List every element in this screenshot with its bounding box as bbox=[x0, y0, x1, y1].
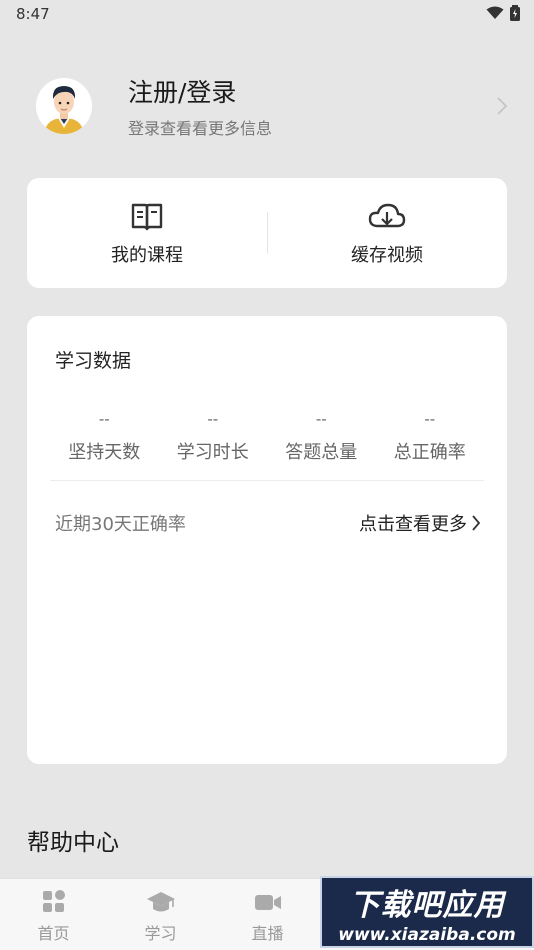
help-center-title[interactable]: 帮助中心 bbox=[27, 823, 119, 857]
login-subtitle: 登录查看看更多信息 bbox=[128, 119, 273, 138]
view-more-label: 点击查看更多 bbox=[359, 514, 467, 535]
stat-value: -- bbox=[424, 410, 436, 428]
graduation-cap-icon bbox=[146, 892, 175, 912]
stat-label: 总正确率 bbox=[393, 442, 466, 463]
quick-actions-card: 我的课程 缓存视频 bbox=[27, 178, 507, 288]
stat-value: -- bbox=[98, 410, 110, 428]
chevron-right-icon bbox=[472, 515, 481, 531]
tab-home-label: 首页 bbox=[37, 924, 70, 943]
wifi-icon bbox=[486, 6, 504, 19]
stat-questions: -- 答题总量 bbox=[267, 410, 376, 464]
tab-home[interactable]: 首页 bbox=[0, 879, 107, 950]
cached-videos-label: 缓存视频 bbox=[351, 245, 423, 266]
stat-duration: -- 学习时长 bbox=[159, 410, 268, 464]
tab-live[interactable]: 直播 bbox=[214, 879, 321, 950]
stat-days: -- 坚持天数 bbox=[50, 410, 159, 464]
chevron-right-icon bbox=[497, 97, 508, 115]
battery-icon bbox=[510, 5, 520, 21]
video-camera-icon bbox=[254, 895, 281, 910]
avatar[interactable] bbox=[36, 78, 92, 134]
tab-study-label: 学习 bbox=[144, 924, 177, 943]
divider bbox=[50, 480, 484, 481]
tab-live-label: 直播 bbox=[251, 924, 284, 943]
stat-value: -- bbox=[315, 410, 327, 428]
status-time: 8:47 bbox=[16, 5, 50, 23]
my-courses-button[interactable]: 我的课程 bbox=[27, 178, 267, 288]
book-icon bbox=[131, 203, 163, 231]
stat-label: 坚持天数 bbox=[68, 442, 141, 463]
stat-accuracy: -- 总正确率 bbox=[376, 410, 485, 464]
status-icons bbox=[486, 5, 520, 21]
my-courses-label: 我的课程 bbox=[111, 245, 183, 266]
view-more-link[interactable]: 点击查看更多 bbox=[359, 510, 481, 536]
stats-row: -- 坚持天数 -- 学习时长 -- 答题总量 -- 总正确率 bbox=[50, 410, 484, 464]
status-bar: 8:47 bbox=[0, 0, 534, 28]
cached-videos-button[interactable]: 缓存视频 bbox=[267, 178, 507, 288]
login-title[interactable]: 注册/登录 bbox=[128, 73, 236, 109]
watermark-title: 下载吧应用 bbox=[349, 887, 505, 923]
watermark-url: www.xiazaiba.com bbox=[338, 924, 516, 945]
home-grid-icon bbox=[42, 890, 65, 912]
avatar-illustration-icon bbox=[36, 78, 92, 134]
stat-value: -- bbox=[207, 410, 219, 428]
recent-accuracy-label: 近期30天正确率 bbox=[55, 514, 186, 535]
study-stats-card: 学习数据 -- 坚持天数 -- 学习时长 -- 答题总量 -- 总正确率 近期3… bbox=[27, 316, 507, 764]
cloud-download-icon bbox=[368, 203, 406, 228]
stat-label: 学习时长 bbox=[176, 442, 249, 463]
profile-login-row[interactable]: 注册/登录 登录查看看更多信息 bbox=[0, 62, 534, 158]
stats-title: 学习数据 bbox=[55, 350, 132, 372]
watermark-logo: 下载吧应用 www.xiazaiba.com bbox=[320, 876, 534, 948]
stat-label: 答题总量 bbox=[285, 442, 358, 463]
tab-study[interactable]: 学习 bbox=[107, 879, 214, 950]
